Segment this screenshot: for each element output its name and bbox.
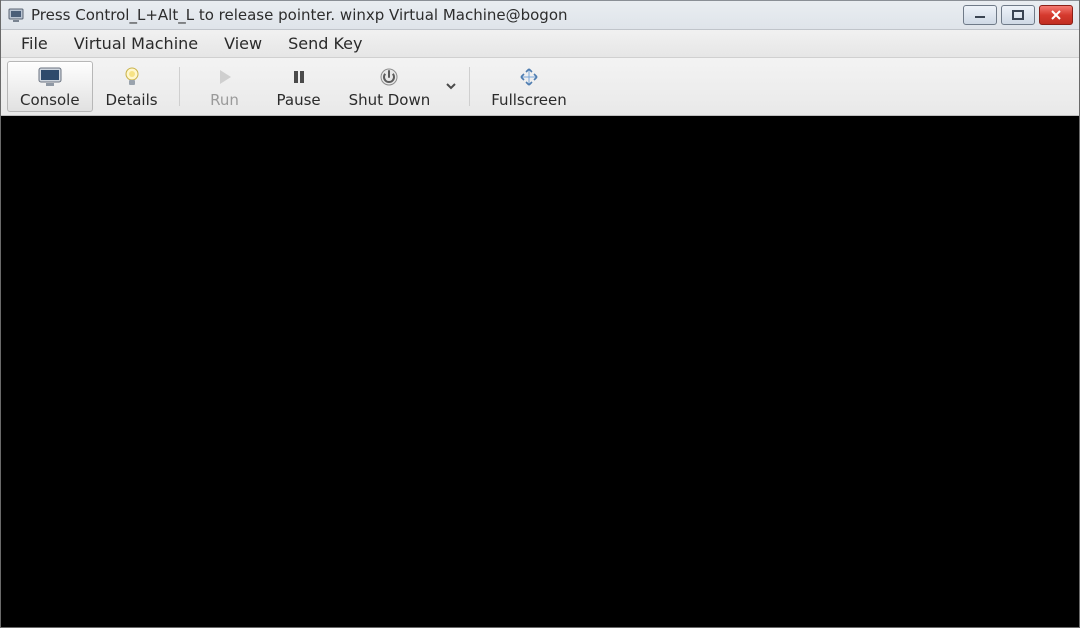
- chevron-down-icon: [445, 78, 457, 96]
- window-title: Press Control_L+Alt_L to release pointer…: [31, 6, 568, 24]
- titlebar: Press Control_L+Alt_L to release pointer…: [1, 0, 1079, 30]
- monitor-icon: [37, 65, 63, 89]
- fullscreen-label: Fullscreen: [491, 91, 567, 109]
- menu-send-key[interactable]: Send Key: [278, 31, 372, 56]
- toolbar-separator-2: [469, 67, 470, 106]
- console-display[interactable]: [1, 116, 1079, 627]
- power-icon: [379, 65, 399, 89]
- fullscreen-button[interactable]: Fullscreen: [478, 61, 580, 112]
- fullscreen-icon: [518, 65, 540, 89]
- details-label: Details: [106, 91, 158, 109]
- minimize-button[interactable]: [963, 5, 997, 25]
- shutdown-button[interactable]: Shut Down: [336, 61, 444, 112]
- menu-view[interactable]: View: [214, 31, 272, 56]
- pause-button[interactable]: Pause: [262, 61, 336, 112]
- details-button[interactable]: Details: [93, 61, 171, 112]
- window-controls: [963, 5, 1073, 25]
- maximize-button[interactable]: [1001, 5, 1035, 25]
- console-label: Console: [20, 91, 80, 109]
- run-label: Run: [210, 91, 239, 109]
- run-button: Run: [188, 61, 262, 112]
- app-icon: [7, 6, 25, 24]
- shutdown-label: Shut Down: [349, 91, 431, 109]
- shutdown-dropdown[interactable]: [443, 61, 461, 112]
- close-button[interactable]: [1039, 5, 1073, 25]
- pause-icon: [291, 65, 307, 89]
- play-icon: [216, 65, 234, 89]
- shutdown-split-button: Shut Down: [336, 61, 462, 112]
- pause-label: Pause: [277, 91, 321, 109]
- toolbar-separator-1: [179, 67, 180, 106]
- toolbar: Console Details Run Pause: [1, 58, 1079, 116]
- menu-virtual-machine[interactable]: Virtual Machine: [64, 31, 208, 56]
- menubar: File Virtual Machine View Send Key: [1, 30, 1079, 58]
- console-button[interactable]: Console: [7, 61, 93, 112]
- lightbulb-icon: [122, 65, 142, 89]
- menu-file[interactable]: File: [11, 31, 58, 56]
